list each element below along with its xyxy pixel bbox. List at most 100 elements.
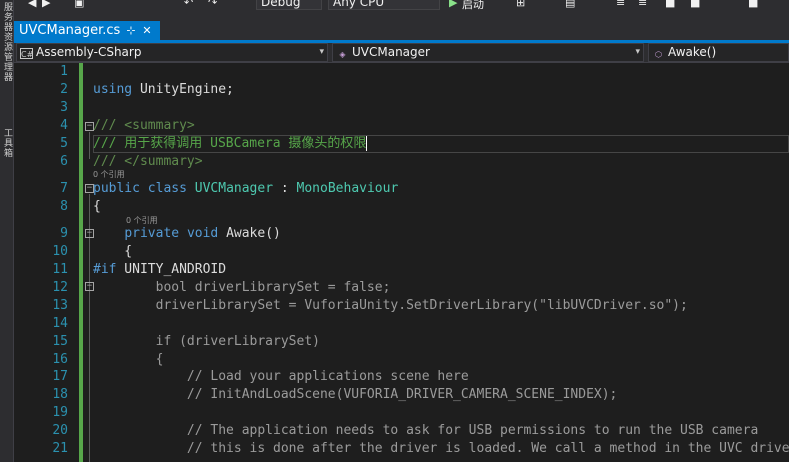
code-line: #if UNITY_ANDROID [93, 261, 226, 279]
undo-icon[interactable]: ↶ [184, 0, 193, 10]
code-token: /// </summary> [93, 154, 203, 169]
code-token: UnityEngine; [132, 82, 234, 97]
code-token: UVCManager [194, 181, 274, 196]
line-number: 14 [52, 316, 68, 331]
code-token: class [147, 181, 187, 196]
bookmark-icon[interactable]: ■ [665, 0, 675, 10]
close-icon[interactable]: ✕ [140, 21, 154, 41]
line-number: 1 [60, 64, 68, 79]
line-number: 17 [52, 369, 68, 384]
code-token: { [93, 199, 101, 214]
left-toolwindow-strip: 服务器资源管理器 工具箱 [0, 0, 14, 462]
code-line: // The application needs to ask for USB … [93, 422, 758, 440]
code-token: // The application needs to ask for USB … [93, 423, 759, 438]
code-line: /// </summary> [93, 153, 203, 171]
tab-title: UVCManager.cs [19, 23, 121, 38]
project-dropdown[interactable]: C# Assembly-CSharp ▾ [16, 43, 328, 62]
bookmark-clear-icon[interactable]: ■ [748, 0, 758, 10]
line-number: 8 [60, 199, 68, 214]
code-line: if (driverLibrarySet) [93, 333, 320, 351]
code-token: // this is done after the driver is load… [93, 441, 789, 456]
fold-guide [89, 132, 90, 159]
line-number: 18 [52, 387, 68, 402]
code-token: { [93, 352, 164, 367]
pin-icon[interactable]: ⊹ [124, 21, 138, 41]
code-token: /// 用于获得调用 USBCamera 摄像头的权限 [93, 136, 367, 151]
code-token: : [273, 181, 297, 196]
code-line: // InitAndLoadScene(VUFORIA_DRIVER_CAMER… [93, 386, 617, 404]
change-tracking-bar [79, 63, 83, 462]
text-caret [366, 136, 367, 151]
line-number-gutter: 1 2 3 4 5 6 7 8 9 10 11 12 13 14 15 16 17 18 19 20 21 [14, 63, 68, 462]
code-token: private [124, 226, 180, 241]
code-line: /// 用于获得调用 USBCamera 摄像头的权限 [93, 135, 366, 153]
line-number: 12 [52, 280, 68, 295]
align-icon[interactable]: ≡ [616, 0, 625, 10]
code-token: bool driverLibrarySet = false; [93, 280, 391, 295]
platform-dropdown[interactable]: Any CPU [328, 0, 440, 10]
toolbox-icon[interactable]: ⊞ [516, 0, 525, 10]
toolbox-tab[interactable]: 工具箱 [1, 128, 13, 158]
code-line: private void Awake() [93, 225, 281, 243]
line-number: 20 [52, 423, 68, 438]
chevron-down-icon: ▾ [319, 47, 324, 57]
code-line: bool driverLibrarySet = false; [93, 279, 391, 297]
forward-icon[interactable]: ▶ [42, 0, 50, 10]
start-button-label[interactable]: 启动 [462, 0, 484, 11]
code-text-area[interactable]: 0 个引用 0 个引用 using UnityEngine;/// <summa… [93, 63, 789, 462]
member-dropdown[interactable]: ⬡ Awake() [648, 43, 789, 62]
class-icon: ◈ [339, 50, 346, 59]
code-token: { [93, 244, 133, 259]
server-explorer-tab[interactable]: 服务器资源管理器 [1, 2, 13, 82]
solution-config-dropdown[interactable]: Debug [256, 0, 322, 10]
line-number: 4 [60, 118, 68, 133]
code-token: driverLibrarySet = VuforiaUnity.SetDrive… [93, 298, 688, 313]
code-line: // Load your applications scene here [93, 368, 469, 386]
code-token: #if [93, 262, 117, 277]
chevron-down-icon: ▾ [635, 47, 640, 57]
line-number: 7 [60, 181, 68, 196]
code-token: if (driverLibrarySet) [93, 334, 320, 349]
back-icon[interactable]: ◀ [28, 0, 36, 10]
redo-icon[interactable]: ↷ [208, 0, 217, 10]
code-line: driverLibrarySet = VuforiaUnity.SetDrive… [93, 297, 688, 315]
csharp-project-icon: C# [20, 48, 34, 59]
tab-uvcmanager-cs[interactable]: UVCManager.cs ⊹ ✕ [14, 21, 160, 41]
navigation-bar: C# Assembly-CSharp ▾ ◈ UVCManager ▾ ⬡ Awake… [14, 43, 789, 63]
class-dropdown[interactable]: ◈ UVCManager ▾ [332, 43, 644, 62]
code-token: Awake() [218, 226, 281, 241]
new-item-icon[interactable]: ▣ [74, 0, 84, 10]
line-number: 3 [60, 100, 68, 115]
save-icon[interactable]: ▤ [565, 0, 575, 10]
code-line: { [93, 198, 101, 216]
line-number: 5 [60, 136, 68, 151]
code-token: using [93, 82, 133, 97]
code-line: { [93, 243, 132, 261]
line-number: 9 [60, 226, 68, 241]
code-editor[interactable]: 1 2 3 4 5 6 7 8 9 10 11 12 13 14 15 16 17 18 19 20 21 − − − … [14, 63, 789, 462]
method-icon: ⬡ [655, 50, 662, 59]
line-number: 6 [60, 154, 68, 169]
line-number: 2 [60, 82, 68, 97]
code-line: /// <summary> [93, 117, 195, 135]
play-icon[interactable]: ▶ [449, 0, 457, 10]
line-number: 19 [52, 405, 68, 420]
code-line: { [93, 351, 164, 369]
line-number: 15 [52, 334, 68, 349]
indent-icon[interactable]: ≡ [638, 0, 647, 10]
code-token: // InitAndLoadScene(VUFORIA_DRIVER_CAMER… [93, 387, 618, 402]
code-token: void [186, 226, 219, 241]
code-token: UNITY_ANDROID [116, 262, 227, 277]
line-number: 10 [52, 244, 68, 259]
line-number: 21 [52, 441, 68, 456]
code-token: /// <summary> [93, 118, 195, 133]
line-number: 11 [52, 262, 68, 277]
code-token: MonoBehaviour [296, 181, 399, 196]
code-line: using UnityEngine; [93, 81, 234, 99]
code-line: public class UVCManager : MonoBehaviour [93, 180, 398, 198]
bookmark-next-icon[interactable]: ■ [690, 0, 700, 10]
